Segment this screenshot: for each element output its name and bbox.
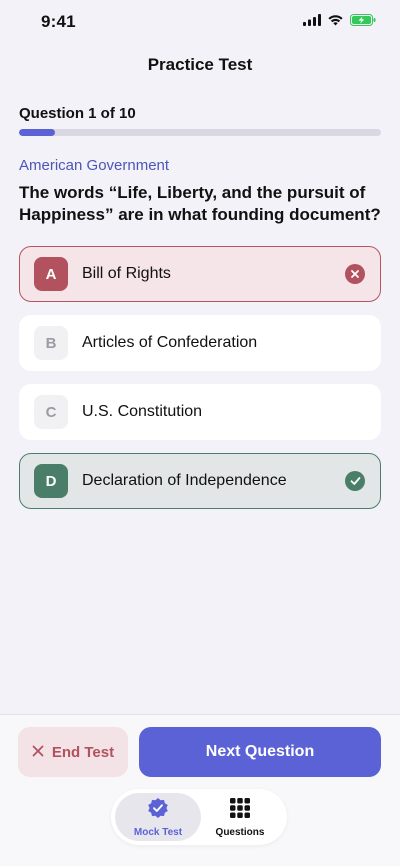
tab-label: Questions [215, 826, 265, 838]
next-question-button[interactable]: Next Question [139, 727, 381, 777]
wifi-icon [327, 14, 344, 26]
answer-label: Declaration of Independence [82, 472, 287, 489]
answer-label: Bill of Rights [82, 265, 171, 282]
answer-label: U.S. Constitution [82, 403, 203, 420]
answer-letter: A [34, 257, 68, 291]
tab-label: Mock Test [133, 826, 183, 838]
answer-option-c[interactable]: C U.S. Constitution [19, 384, 381, 440]
status-bar: 9:41 [0, 0, 400, 44]
signal-icon [303, 14, 321, 26]
close-icon [32, 744, 44, 761]
tab-questions[interactable]: Questions [197, 793, 283, 841]
answer-option-d[interactable]: D Declaration of Independence [19, 453, 381, 509]
question-text: The words “Life, Liberty, and the pursui… [19, 183, 381, 224]
answer-list: A Bill of Rights B Articles of Confedera… [19, 246, 381, 522]
badge-check-icon [147, 797, 169, 824]
tab-mock-test[interactable]: Mock Test [115, 793, 201, 841]
answer-option-a[interactable]: A Bill of Rights [19, 246, 381, 302]
answer-letter: B [34, 326, 68, 360]
answer-label: Articles of Confederation [82, 334, 258, 351]
question-category: American Government [19, 157, 170, 174]
check-circle-icon [345, 471, 365, 491]
status-time: 9:41 [41, 12, 76, 31]
answer-option-b[interactable]: B Articles of Confederation [19, 315, 381, 371]
progress-fill [19, 129, 56, 136]
x-circle-icon [345, 264, 365, 284]
grid-icon [229, 797, 251, 824]
progress-label: Question 1 of 10 [19, 105, 136, 122]
answer-letter: D [34, 464, 68, 498]
progress-bar [19, 129, 381, 136]
end-test-button[interactable]: End Test [18, 727, 128, 777]
tab-bar: Mock Test Questions [111, 789, 287, 845]
status-icons [303, 14, 376, 26]
page-title: Practice Test [147, 55, 253, 74]
bottom-action-area: End Test Next Question Mock Test Questio… [0, 714, 400, 866]
answer-letter: C [34, 395, 68, 429]
end-test-label: End Test [51, 743, 115, 761]
battery-charging-icon [350, 14, 376, 26]
